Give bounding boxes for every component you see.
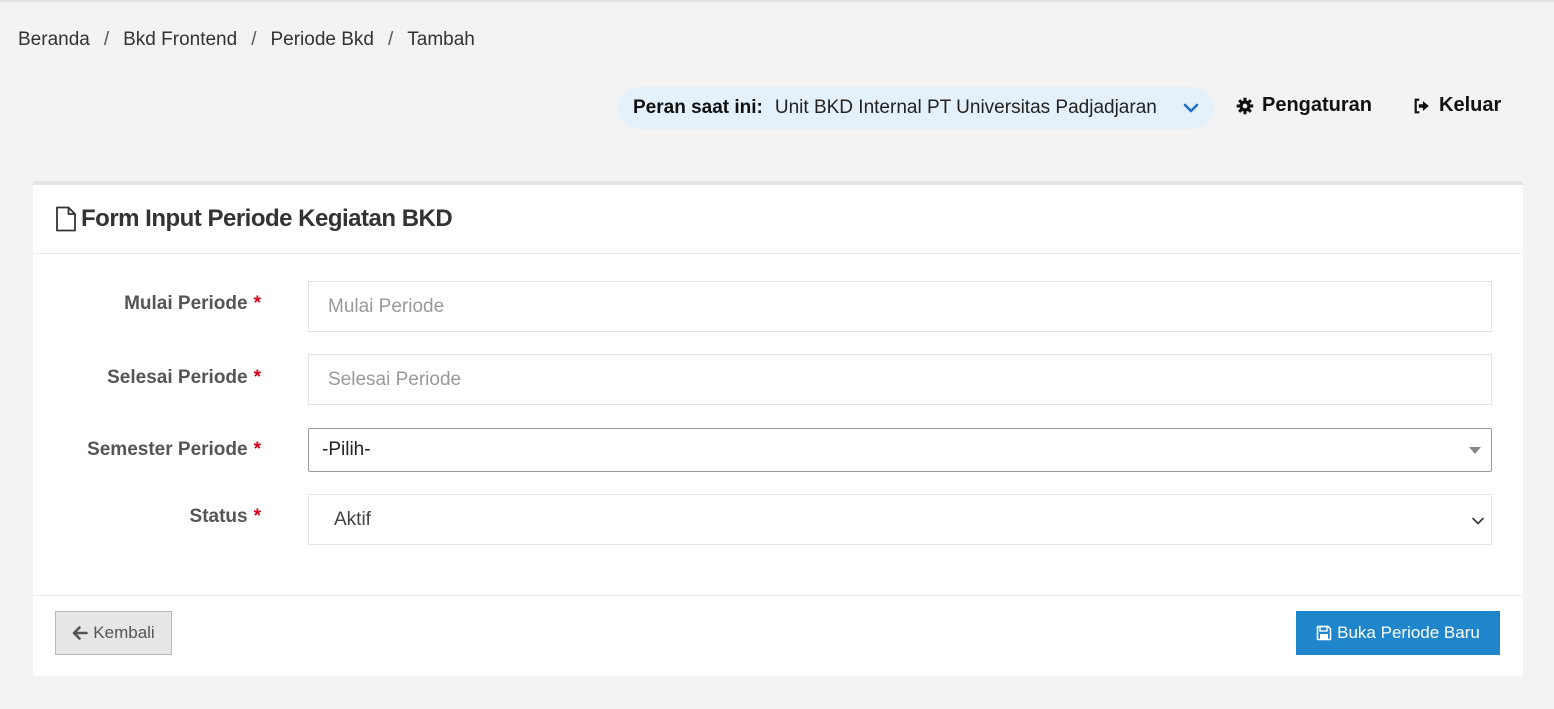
breadcrumb: Beranda / Bkd Frontend / Periode Bkd / T…	[18, 29, 475, 51]
status-select[interactable]: Aktif	[308, 494, 1492, 545]
breadcrumb-separator: /	[251, 29, 257, 50]
chevron-down-icon	[1472, 517, 1484, 525]
semester-periode-label: Semester Periode *	[87, 439, 261, 461]
required-mark: *	[253, 367, 261, 388]
sign-out-icon	[1414, 98, 1429, 113]
required-mark: *	[253, 506, 261, 527]
form-panel: Form Input Periode Kegiatan BKD Mulai Pe…	[33, 181, 1523, 676]
mulai-periode-label: Mulai Periode *	[124, 293, 261, 315]
top-divider	[0, 0, 1554, 4]
panel-header: Form Input Periode Kegiatan BKD	[33, 185, 1523, 254]
breadcrumb-item-bkd-frontend[interactable]: Bkd Frontend	[123, 29, 237, 51]
breadcrumb-item-periode-bkd[interactable]: Periode Bkd	[270, 29, 374, 51]
mulai-periode-label-text: Mulai Periode	[124, 293, 248, 314]
settings-label: Pengaturan	[1262, 94, 1373, 116]
selesai-periode-label: Selesai Periode *	[107, 367, 261, 389]
open-new-period-label: Buka Periode Baru	[1337, 623, 1480, 642]
back-button[interactable]: Kembali	[55, 611, 172, 655]
logout-link[interactable]: Keluar	[1413, 94, 1501, 117]
status-label-text: Status	[189, 506, 248, 527]
required-mark: *	[253, 293, 261, 314]
role-selector[interactable]: Peran saat ini: Unit BKD Internal PT Uni…	[618, 87, 1214, 129]
required-mark: *	[253, 439, 261, 460]
gear-icon	[1236, 97, 1254, 114]
chevron-down-icon	[1183, 103, 1199, 113]
caret-down-icon	[1469, 447, 1481, 454]
breadcrumb-separator: /	[388, 29, 394, 50]
breadcrumb-separator: /	[103, 29, 110, 50]
semester-periode-selected: -Pilih-	[322, 439, 371, 460]
page-heading-cropped	[258, 0, 328, 4]
back-button-label: Kembali	[93, 623, 155, 642]
breadcrumb-item-beranda[interactable]: Beranda	[18, 29, 90, 51]
open-new-period-button[interactable]: Buka Periode Baru	[1296, 611, 1500, 655]
semester-periode-label-text: Semester Periode	[87, 439, 248, 460]
status-label: Status *	[190, 506, 261, 528]
breadcrumb-item-tambah: Tambah	[407, 29, 475, 50]
form-title: Form Input Periode Kegiatan BKD	[81, 205, 453, 232]
arrow-left-icon	[72, 626, 89, 640]
file-icon	[56, 206, 76, 232]
mulai-periode-input[interactable]	[308, 281, 1492, 332]
selesai-periode-input[interactable]	[308, 354, 1492, 405]
semester-periode-select[interactable]: -Pilih-	[308, 428, 1492, 472]
panel-footer: Kembali Buka Periode Baru	[33, 595, 1523, 680]
role-value: Unit BKD Internal PT Universitas Padjadj…	[774, 97, 1157, 118]
selesai-periode-label-text: Selesai Periode	[107, 367, 248, 388]
settings-link[interactable]: Pengaturan	[1236, 94, 1372, 117]
status-selected: Aktif	[334, 508, 371, 530]
floppy-disk-icon	[1316, 625, 1332, 641]
role-label: Peran saat ini:	[633, 97, 763, 118]
logout-label: Keluar	[1439, 94, 1502, 116]
